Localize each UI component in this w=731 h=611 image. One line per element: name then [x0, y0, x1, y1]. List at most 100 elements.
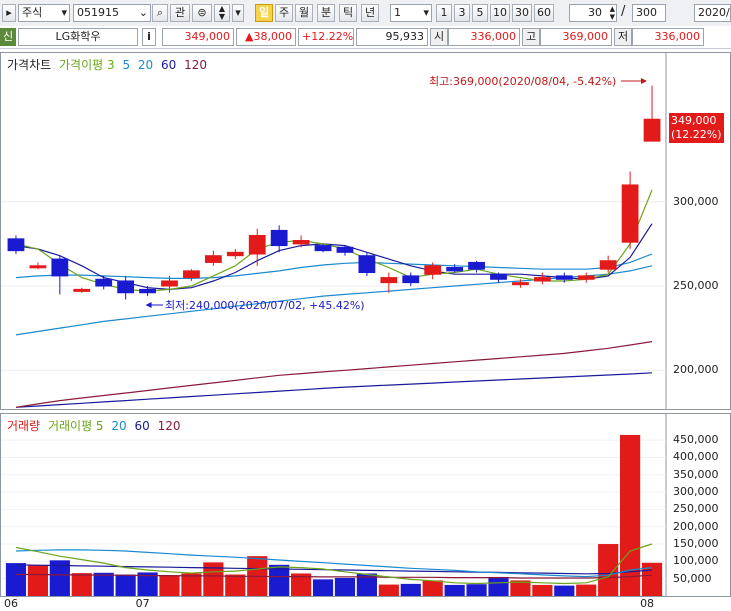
volume-bar [532, 584, 553, 596]
volume-tick-label: 100,000 [673, 554, 719, 568]
candle-body [51, 258, 69, 277]
interval-select[interactable]: 1 ▾ [390, 4, 432, 22]
count-input[interactable]: 30 ▲ ▼ [569, 4, 617, 22]
market-label: 주식 [22, 6, 43, 19]
period-minute-button[interactable]: 분 [317, 4, 335, 22]
candle-body [226, 251, 244, 257]
candle-body [358, 255, 376, 274]
info-button[interactable]: i [142, 28, 156, 46]
open-label: 시 [430, 28, 448, 46]
date-input[interactable]: 2020/0 [694, 4, 731, 22]
volume-bar [71, 573, 92, 596]
sync-icon[interactable]: ⊜ [192, 4, 212, 22]
market-select[interactable]: 주식 ▾ [18, 4, 70, 22]
interval-1-button[interactable]: 1 [436, 4, 452, 22]
volume-bar [641, 562, 663, 596]
candle-body [468, 261, 485, 270]
high-price: 369,000 [540, 28, 612, 46]
volume-bar [400, 583, 421, 596]
change-percent: +12.22% [298, 28, 354, 46]
period-day-button[interactable]: 일 [255, 4, 273, 22]
volume-bar [93, 572, 114, 596]
stepper-icon[interactable]: ▲ ▼ [610, 5, 615, 21]
last-price: 349,000 [671, 114, 717, 127]
watch-button[interactable]: 관 [170, 4, 190, 22]
x-tick-label: 06 [4, 597, 18, 610]
candle-body [402, 275, 420, 284]
chevron-down-icon[interactable]: ⌄ [139, 5, 148, 21]
price-tick-label: 200,000 [673, 363, 719, 377]
low-arrow-head [145, 302, 152, 308]
price-chart-pane[interactable]: 가격차트 가격이평 3 5 20 60 120 200,000 250,000 30… [0, 52, 731, 410]
code-value: 051915 [77, 6, 119, 19]
candle-body [248, 234, 266, 255]
interval-60-button[interactable]: 60 [534, 4, 554, 22]
interval-5-button[interactable]: 5 [472, 4, 488, 22]
candle-body [577, 275, 595, 280]
candle-body [490, 273, 507, 280]
x-tick-label: 08 [640, 597, 655, 610]
interval-10-button[interactable]: 10 [490, 4, 510, 22]
price-change: ▲38,000 [236, 28, 296, 46]
period-month-button[interactable]: 월 [295, 4, 313, 22]
stepper-icon[interactable]: ▲ ▼ [214, 4, 230, 22]
dropdown-icon[interactable]: ▾ [232, 4, 244, 22]
total-count[interactable]: 300 [632, 4, 666, 22]
volume-tick-label: 450,000 [673, 433, 719, 447]
volume-chart-pane[interactable]: 거래량 거래이평 5 20 60 120 50,000 100,000 150,00… [0, 413, 731, 597]
candle-body [446, 266, 464, 272]
menu-icon[interactable]: ▸ [2, 4, 16, 22]
period-week-button[interactable]: 주 [275, 4, 293, 22]
period-tick-button[interactable]: 틱 [339, 4, 357, 22]
volume-bar [225, 574, 246, 596]
period-year-button[interactable]: 년 [361, 4, 379, 22]
interval-value: 1 [394, 6, 401, 19]
candle-body [95, 278, 113, 287]
low-price: 336,000 [632, 28, 704, 46]
volume-bar [466, 584, 487, 596]
candle-body [117, 280, 135, 294]
volume-bar [159, 575, 180, 596]
high-label: 고 [522, 28, 540, 46]
code-input[interactable]: 051915 ⌄ [73, 4, 151, 22]
toolbar: ▸ 주식 ▾ 051915 ⌄ ⌕ 관 ⊜ ▲ ▼ ▾ 일 주 월 분 틱 년 1 ▾ … [0, 0, 731, 27]
vma20-line [15, 549, 653, 578]
candle-body [555, 275, 573, 280]
interval-3-button[interactable]: 3 [454, 4, 470, 22]
interval-30-button[interactable]: 30 [512, 4, 532, 22]
candle-body [512, 282, 529, 286]
volume-bar [444, 584, 465, 596]
ma60-long-line [15, 372, 653, 408]
volume-chart-svg [1, 414, 667, 596]
volume-bar [5, 563, 27, 596]
candle-body [533, 277, 551, 282]
candle-body [424, 265, 442, 275]
candle-body [292, 240, 310, 245]
volume-bar [334, 577, 356, 596]
price-tick-label: 250,000 [673, 279, 719, 292]
candle-body [29, 265, 47, 269]
vma60-line [15, 564, 653, 575]
volume-value: 95,933 [356, 28, 428, 46]
stock-name: LG화학우 [18, 28, 138, 46]
search-icon[interactable]: ⌕ [152, 4, 168, 22]
volume-bar [181, 573, 202, 596]
candle-body [7, 238, 25, 252]
count-separator: / [621, 4, 626, 19]
candle-body [599, 260, 617, 270]
price-chart-svg [1, 53, 667, 409]
candle-body [139, 288, 156, 294]
candle-body [336, 246, 354, 253]
volume-bar [115, 574, 136, 596]
ma120-line [15, 341, 653, 408]
high-annotation: 최고:369,000(2020/08/04, -5.42%) [429, 75, 617, 88]
volume-tick-label: 300,000 [673, 485, 719, 499]
candle-body [270, 229, 288, 247]
candle-body [161, 280, 178, 287]
candle-body [621, 184, 639, 243]
x-tick-label: 07 [135, 597, 150, 610]
volume-bar [576, 584, 597, 596]
volume-bar [422, 580, 443, 596]
open-price: 336,000 [448, 28, 520, 46]
volume-bar [378, 584, 399, 596]
